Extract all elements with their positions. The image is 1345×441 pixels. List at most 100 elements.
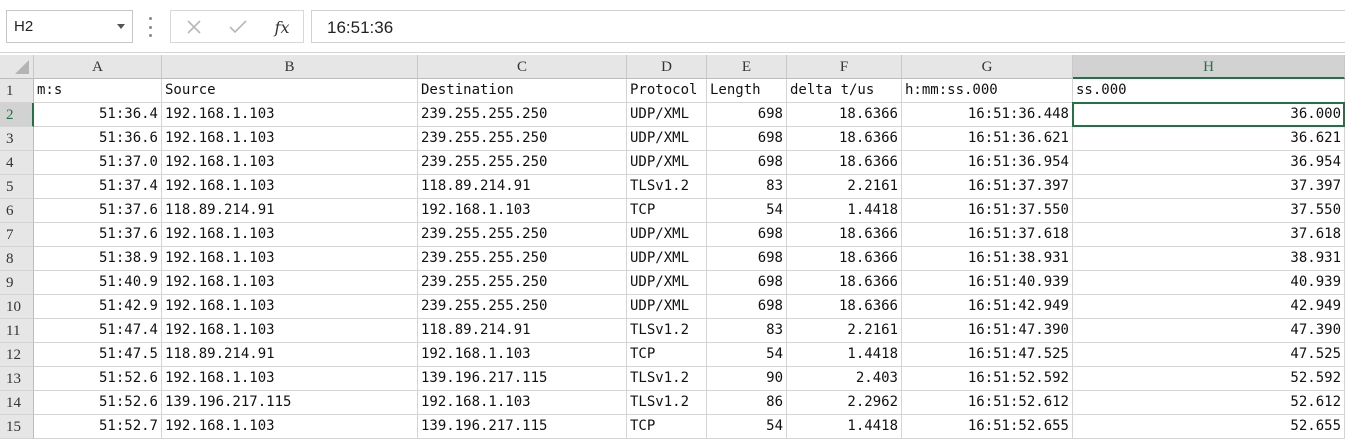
cell-h14[interactable]: 52.612 xyxy=(1073,391,1345,415)
cell-d3[interactable]: UDP/XML xyxy=(627,127,707,151)
row-header-8[interactable]: 8 xyxy=(0,247,34,271)
row-header-4[interactable]: 4 xyxy=(0,151,34,175)
cell-g10[interactable]: 16:51:42.949 xyxy=(902,295,1073,319)
formula-input[interactable]: 16:51:36 xyxy=(311,10,1345,43)
cell-c7[interactable]: 239.255.255.250 xyxy=(418,223,627,247)
cell-c14[interactable]: 192.168.1.103 xyxy=(418,391,627,415)
cell-c10[interactable]: 239.255.255.250 xyxy=(418,295,627,319)
cancel-button[interactable] xyxy=(181,15,207,39)
cell-b10[interactable]: 192.168.1.103 xyxy=(162,295,418,319)
cell-g8[interactable]: 16:51:38.931 xyxy=(902,247,1073,271)
chevron-down-icon[interactable] xyxy=(117,24,125,29)
cell-c8[interactable]: 239.255.255.250 xyxy=(418,247,627,271)
cell-g12[interactable]: 16:51:47.525 xyxy=(902,343,1073,367)
column-header-c[interactable]: C xyxy=(418,55,627,79)
cell-c6[interactable]: 192.168.1.103 xyxy=(418,199,627,223)
cell-h9[interactable]: 40.939 xyxy=(1073,271,1345,295)
cell-d13[interactable]: TLSv1.2 xyxy=(627,367,707,391)
cell-c12[interactable]: 192.168.1.103 xyxy=(418,343,627,367)
cell-h10[interactable]: 42.949 xyxy=(1073,295,1345,319)
cell-d12[interactable]: TCP xyxy=(627,343,707,367)
header-cell-a[interactable]: m:s xyxy=(34,79,162,103)
row-header-11[interactable]: 11 xyxy=(0,319,34,343)
cell-c9[interactable]: 239.255.255.250 xyxy=(418,271,627,295)
cell-e11[interactable]: 83 xyxy=(707,319,787,343)
insert-function-button[interactable]: fx xyxy=(269,15,295,39)
cell-d9[interactable]: UDP/XML xyxy=(627,271,707,295)
cell-c11[interactable]: 118.89.214.91 xyxy=(418,319,627,343)
column-header-d[interactable]: D xyxy=(627,55,707,79)
cell-a14[interactable]: 51:52.6 xyxy=(34,391,162,415)
cell-f9[interactable]: 18.6366 xyxy=(787,271,902,295)
header-cell-b[interactable]: Source xyxy=(162,79,418,103)
cell-b2[interactable]: 192.168.1.103 xyxy=(162,103,418,127)
cell-a4[interactable]: 51:37.0 xyxy=(34,151,162,175)
cell-a2[interactable]: 51:36.4 xyxy=(34,103,162,127)
row-header-2[interactable]: 2 xyxy=(0,103,34,127)
cell-b5[interactable]: 192.168.1.103 xyxy=(162,175,418,199)
cell-h3[interactable]: 36.621 xyxy=(1073,127,1345,151)
cell-a3[interactable]: 51:36.6 xyxy=(34,127,162,151)
cell-e5[interactable]: 83 xyxy=(707,175,787,199)
cell-d5[interactable]: TLSv1.2 xyxy=(627,175,707,199)
cell-f7[interactable]: 18.6366 xyxy=(787,223,902,247)
header-cell-f[interactable]: delta t/us xyxy=(787,79,902,103)
row-header-5[interactable]: 5 xyxy=(0,175,34,199)
column-header-b[interactable]: B xyxy=(162,55,418,79)
row-header-13[interactable]: 13 xyxy=(0,367,34,391)
row-header-7[interactable]: 7 xyxy=(0,223,34,247)
cell-g2[interactable]: 16:51:36.448 xyxy=(902,103,1073,127)
cell-h12[interactable]: 47.525 xyxy=(1073,343,1345,367)
cell-f14[interactable]: 2.2962 xyxy=(787,391,902,415)
column-header-g[interactable]: G xyxy=(902,55,1073,79)
row-header-15[interactable]: 15 xyxy=(0,415,34,439)
cell-e14[interactable]: 86 xyxy=(707,391,787,415)
cell-e3[interactable]: 698 xyxy=(707,127,787,151)
cell-b7[interactable]: 192.168.1.103 xyxy=(162,223,418,247)
enter-button[interactable] xyxy=(225,15,251,39)
cell-e12[interactable]: 54 xyxy=(707,343,787,367)
cell-a7[interactable]: 51:37.6 xyxy=(34,223,162,247)
cell-f6[interactable]: 1.4418 xyxy=(787,199,902,223)
cell-h7[interactable]: 37.618 xyxy=(1073,223,1345,247)
cell-g11[interactable]: 16:51:47.390 xyxy=(902,319,1073,343)
cell-d2[interactable]: UDP/XML xyxy=(627,103,707,127)
cell-a10[interactable]: 51:42.9 xyxy=(34,295,162,319)
cell-b13[interactable]: 192.168.1.103 xyxy=(162,367,418,391)
cell-b15[interactable]: 192.168.1.103 xyxy=(162,415,418,439)
column-header-f[interactable]: F xyxy=(787,55,902,79)
cell-c5[interactable]: 118.89.214.91 xyxy=(418,175,627,199)
header-cell-c[interactable]: Destination xyxy=(418,79,627,103)
cell-a5[interactable]: 51:37.4 xyxy=(34,175,162,199)
cell-c13[interactable]: 139.196.217.115 xyxy=(418,367,627,391)
cell-a12[interactable]: 51:47.5 xyxy=(34,343,162,367)
cell-h2[interactable]: 36.000 xyxy=(1073,103,1345,127)
cell-f11[interactable]: 2.2161 xyxy=(787,319,902,343)
cell-a15[interactable]: 51:52.7 xyxy=(34,415,162,439)
cell-c15[interactable]: 139.196.217.115 xyxy=(418,415,627,439)
header-cell-e[interactable]: Length xyxy=(707,79,787,103)
cell-a11[interactable]: 51:47.4 xyxy=(34,319,162,343)
cell-f5[interactable]: 2.2161 xyxy=(787,175,902,199)
header-cell-h[interactable]: ss.000 xyxy=(1073,79,1345,103)
header-cell-g[interactable]: h:mm:ss.000 xyxy=(902,79,1073,103)
cell-g6[interactable]: 16:51:37.550 xyxy=(902,199,1073,223)
cell-g7[interactable]: 16:51:37.618 xyxy=(902,223,1073,247)
cell-f2[interactable]: 18.6366 xyxy=(787,103,902,127)
row-header-3[interactable]: 3 xyxy=(0,127,34,151)
cell-d11[interactable]: TLSv1.2 xyxy=(627,319,707,343)
cell-b8[interactable]: 192.168.1.103 xyxy=(162,247,418,271)
cell-a6[interactable]: 51:37.6 xyxy=(34,199,162,223)
cell-e2[interactable]: 698 xyxy=(707,103,787,127)
cell-d4[interactable]: UDP/XML xyxy=(627,151,707,175)
column-header-a[interactable]: A xyxy=(34,55,162,79)
cell-e8[interactable]: 698 xyxy=(707,247,787,271)
cell-h8[interactable]: 38.931 xyxy=(1073,247,1345,271)
cell-e10[interactable]: 698 xyxy=(707,295,787,319)
cell-f15[interactable]: 1.4418 xyxy=(787,415,902,439)
cell-e9[interactable]: 698 xyxy=(707,271,787,295)
row-header-9[interactable]: 9 xyxy=(0,271,34,295)
cell-d15[interactable]: TCP xyxy=(627,415,707,439)
cell-b11[interactable]: 192.168.1.103 xyxy=(162,319,418,343)
cell-g4[interactable]: 16:51:36.954 xyxy=(902,151,1073,175)
